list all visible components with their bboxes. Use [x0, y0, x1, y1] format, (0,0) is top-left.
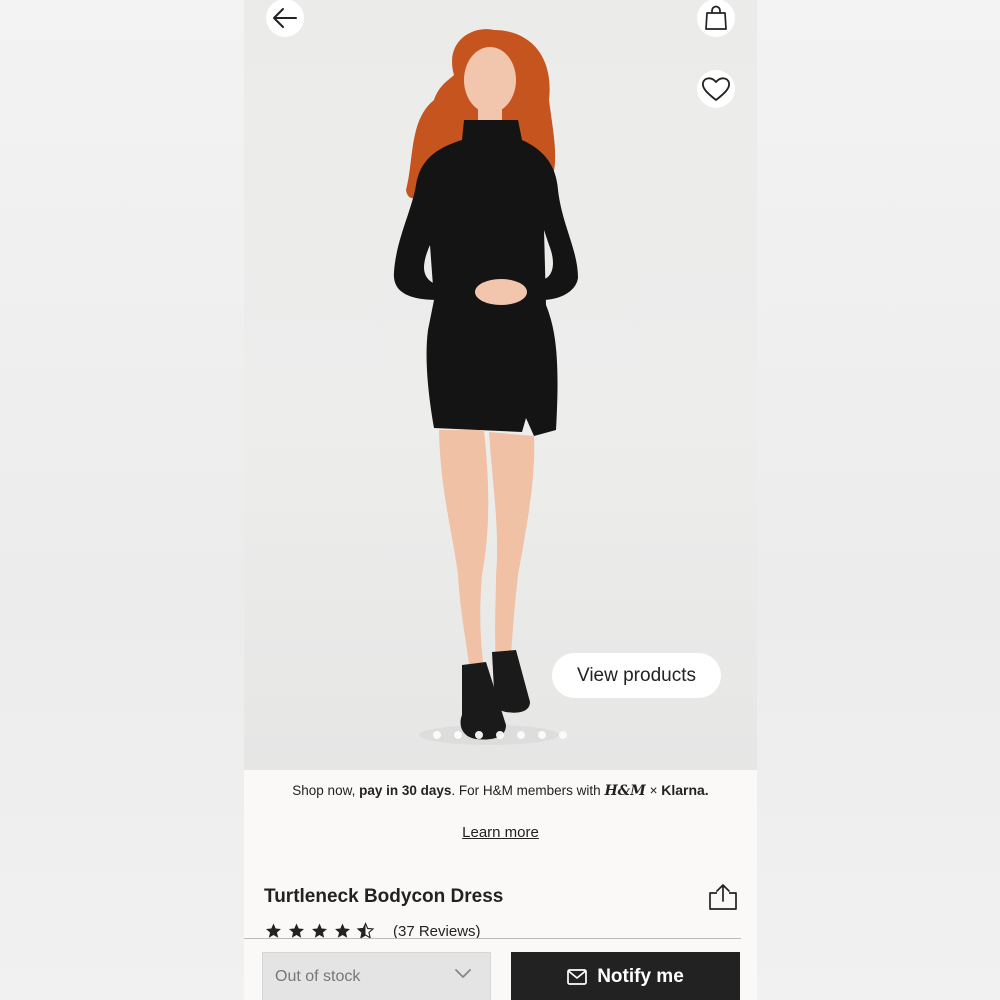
- size-select[interactable]: Out of stock: [262, 952, 491, 1000]
- envelope-icon: [567, 969, 588, 985]
- arrow-left-icon: [273, 8, 297, 28]
- reviews-link[interactable]: (37 Reviews): [393, 923, 481, 940]
- klarna-logo: Klarna.: [661, 782, 709, 798]
- share-button[interactable]: [707, 883, 739, 911]
- carousel-dot[interactable]: [538, 731, 546, 739]
- carousel-dot-active[interactable]: [454, 731, 462, 739]
- divider: [244, 938, 741, 939]
- klarna-promo: Shop now, pay in 30 days. For H&M member…: [244, 782, 757, 799]
- carousel-dot[interactable]: [496, 731, 504, 739]
- carousel-dot[interactable]: [433, 731, 441, 739]
- chevron-down-icon: [455, 969, 471, 978]
- view-products-button[interactable]: View products: [552, 653, 721, 698]
- favorite-button[interactable]: [697, 70, 735, 108]
- product-image-carousel[interactable]: View products: [244, 0, 757, 770]
- back-button[interactable]: [266, 0, 304, 37]
- carousel-indicator: [433, 731, 567, 739]
- share-icon: [709, 884, 737, 910]
- product-page: View products Shop now, pay in 30 days. …: [244, 0, 757, 1000]
- promo-prefix: Shop now,: [292, 783, 360, 798]
- size-select-value: Out of stock: [275, 968, 361, 985]
- notify-me-label: Notify me: [597, 966, 684, 987]
- promo-times: ×: [649, 783, 658, 798]
- carousel-dot[interactable]: [475, 731, 483, 739]
- background-left: [0, 0, 244, 1000]
- promo-suffix: . For H&M members with: [451, 783, 605, 798]
- carousel-dot[interactable]: [517, 731, 525, 739]
- shopping-bag-icon: [705, 5, 727, 30]
- heart-icon: [702, 77, 730, 101]
- promo-highlight: pay in 30 days: [359, 783, 452, 798]
- product-title: Turtleneck Bodycon Dress: [264, 886, 504, 907]
- shopping-bag-button[interactable]: [697, 0, 735, 37]
- background-right: [757, 0, 1000, 1000]
- learn-more-link[interactable]: Learn more: [244, 824, 757, 841]
- carousel-dot[interactable]: [559, 731, 567, 739]
- notify-me-button[interactable]: Notify me: [511, 952, 740, 1000]
- hm-logo: H&M: [604, 783, 646, 799]
